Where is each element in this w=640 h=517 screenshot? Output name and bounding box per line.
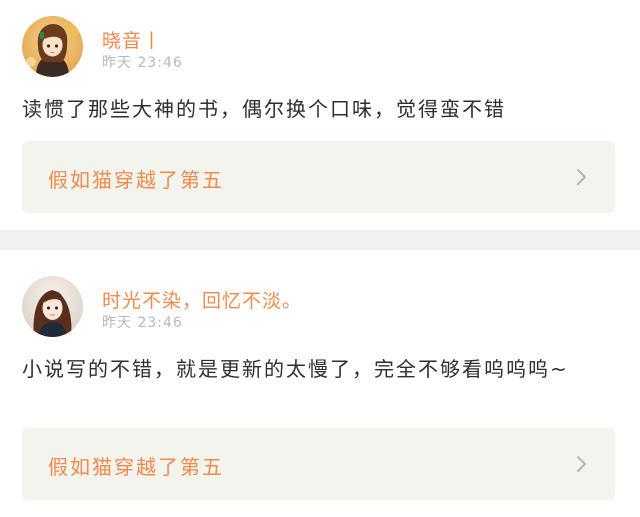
- username[interactable]: 时光不染，回忆不淡。: [102, 286, 302, 313]
- comment-post: 晓音丨 昨天 23:46 读惯了那些大神的书，偶尔换个口味，觉得蛮不错 假如猫穿…: [0, 0, 640, 230]
- comment-text: 读惯了那些大神的书，偶尔换个口味，觉得蛮不错: [22, 97, 506, 121]
- comment-text: 小说写的不错，就是更新的太慢了，完全不够看呜呜呜~: [22, 357, 569, 381]
- photo-girl-avatar-icon: [22, 276, 83, 337]
- section-separator: [0, 230, 640, 250]
- avatar[interactable]: [22, 16, 83, 77]
- anime-girl-avatar-icon: [22, 16, 83, 77]
- book-link-card[interactable]: 假如猫穿越了第五: [22, 428, 615, 500]
- book-link-card[interactable]: 假如猫穿越了第五: [22, 141, 615, 213]
- avatar[interactable]: [22, 276, 83, 337]
- timestamp: 昨天 23:46: [102, 55, 183, 71]
- timestamp: 昨天 23:46: [102, 315, 183, 331]
- comment-post: 时光不染，回忆不淡。 昨天 23:46 小说写的不错，就是更新的太慢了，完全不够…: [0, 250, 640, 517]
- username[interactable]: 晓音丨: [102, 26, 162, 53]
- chevron-right-icon: [571, 454, 591, 474]
- book-title: 假如猫穿越了第五: [48, 455, 224, 479]
- chevron-right-icon: [571, 167, 591, 187]
- book-title: 假如猫穿越了第五: [48, 168, 224, 192]
